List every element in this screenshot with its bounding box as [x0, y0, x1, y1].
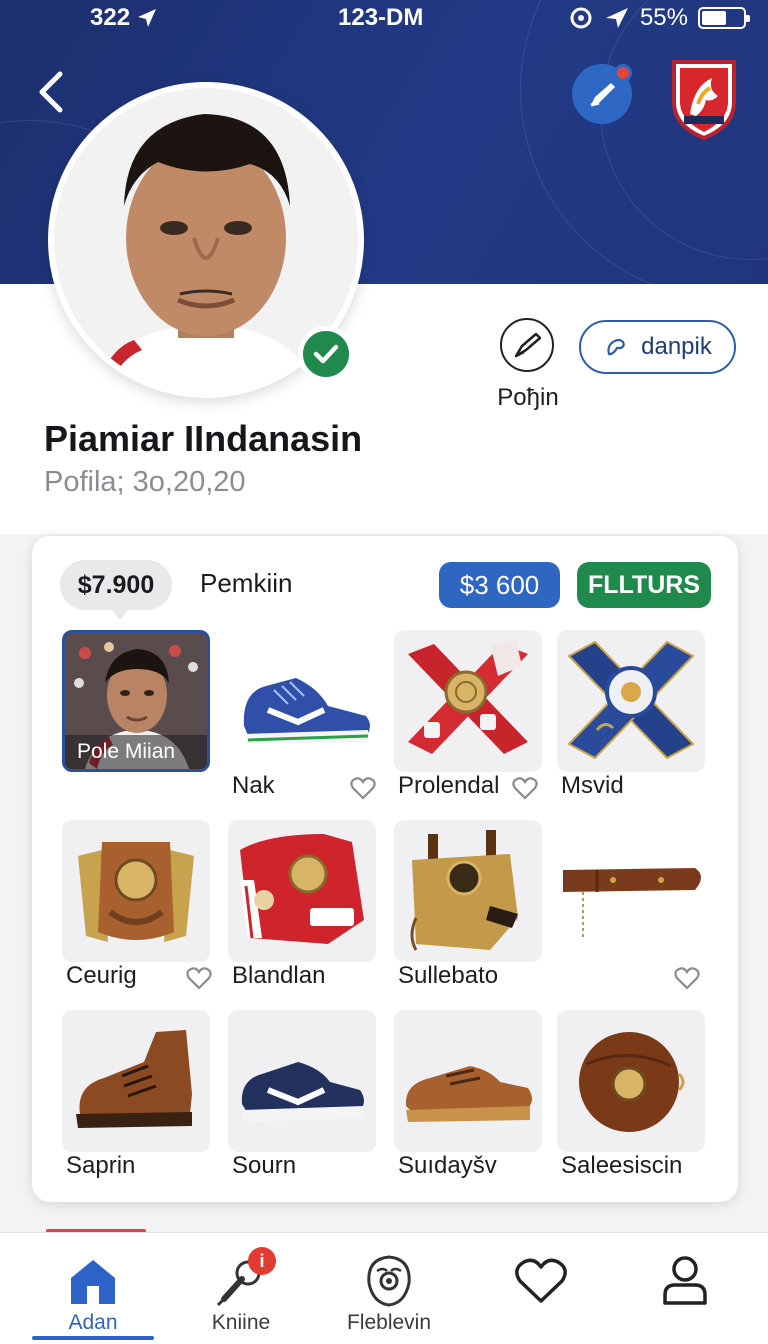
item-tile[interactable]	[62, 820, 210, 962]
profile-name: Piamiar IIndanasin	[44, 418, 363, 459]
item-label: Saprin	[66, 1152, 136, 1179]
price-bubble: $7.900	[60, 560, 172, 620]
tab-home-label: Adan	[68, 1311, 118, 1334]
tab-home[interactable]: Adan	[32, 1233, 154, 1344]
item-label: Prolendal	[398, 772, 500, 799]
item-label: Suıdayšv	[398, 1152, 497, 1179]
outline-action-button[interactable]: danpik	[579, 320, 736, 374]
item-tile[interactable]	[394, 630, 542, 772]
item-label: Nak	[232, 772, 275, 799]
tab-microphone-label: Kniine	[211, 1311, 271, 1334]
alien-mask-icon	[367, 1255, 411, 1307]
heart-icon[interactable]	[512, 776, 538, 800]
hand-icon	[607, 338, 625, 356]
item-tile[interactable]	[557, 630, 705, 772]
alarm-icon	[570, 7, 592, 29]
pin-button[interactable]	[500, 318, 554, 372]
item-tile[interactable]	[394, 820, 542, 962]
bottom-tab-bar: Adan Kniine i Fleblevin	[0, 1232, 768, 1344]
tab-profile[interactable]	[624, 1233, 746, 1344]
battery-percent: 55%	[639, 4, 688, 31]
brown-shoe-icon	[405, 1066, 532, 1122]
item-tile-featured[interactable]: Pole Miian	[62, 630, 210, 772]
blue-scarf-medal-icon	[567, 640, 695, 760]
sneaker-icon	[243, 678, 370, 744]
heart-icon[interactable]	[350, 776, 376, 800]
outline-button-label: danpik	[641, 333, 712, 360]
tab-favorites[interactable]	[480, 1233, 602, 1344]
leather-ball-icon	[579, 1032, 685, 1132]
leather-strap-icon	[563, 868, 701, 940]
tab-mask-label: Fleblevin	[346, 1311, 432, 1334]
filters-pill[interactable]: FLLTURS	[577, 562, 711, 608]
featured-item-label: Pole Miian	[65, 735, 207, 769]
club-crest-icon[interactable]	[668, 56, 740, 142]
item-label: Sourn	[232, 1152, 297, 1179]
notification-badge: i	[248, 1247, 276, 1275]
leather-bag-icon	[410, 830, 518, 951]
notification-dot	[614, 64, 632, 82]
red-shirt-icon	[240, 834, 364, 944]
active-tab-indicator	[32, 1336, 154, 1340]
verified-badge	[298, 326, 354, 382]
pin-label: Poђin	[497, 384, 559, 411]
pin-check-icon	[514, 332, 542, 358]
item-label: Ceurig	[66, 962, 137, 989]
item-label: Msvid	[561, 772, 624, 799]
price-pill[interactable]: $3 600	[439, 562, 560, 608]
chevron-left-icon	[39, 71, 63, 113]
home-icon	[71, 1260, 115, 1304]
status-left-number: 322	[90, 4, 131, 31]
status-bar: 322 123-DM 55%	[0, 0, 768, 36]
pen-icon	[590, 83, 615, 107]
battery-icon	[698, 7, 750, 29]
edit-button[interactable]	[572, 64, 632, 124]
navy-sneaker-icon	[241, 1062, 364, 1122]
brown-boot-icon	[76, 1030, 192, 1128]
item-label: Blandlan	[232, 962, 326, 989]
tab-mask[interactable]: Fleblevin	[328, 1233, 450, 1344]
location-arrow-icon	[138, 9, 157, 27]
user-icon	[663, 1256, 707, 1305]
status-time: 123-DM	[338, 4, 424, 31]
heart-icon[interactable]	[674, 966, 700, 990]
item-label: Saleesiscin	[561, 1152, 683, 1179]
item-tile[interactable]	[228, 1010, 376, 1152]
item-tile[interactable]	[62, 1010, 210, 1152]
tab-microphone[interactable]: Kniine i	[180, 1233, 302, 1344]
item-tile[interactable]	[228, 630, 376, 772]
location-arrow-icon	[605, 8, 628, 28]
check-icon	[313, 344, 339, 364]
items-card: $7.900 Pemkiin $3 600 FLLTURS Pole Miian…	[32, 536, 738, 1202]
item-tile[interactable]	[557, 1010, 705, 1152]
item-tile[interactable]	[394, 1010, 542, 1152]
item-tile[interactable]	[228, 820, 376, 962]
red-scarf-medal-icon	[408, 640, 528, 754]
back-button[interactable]	[30, 66, 74, 118]
heart-icon	[515, 1258, 567, 1303]
heart-icon[interactable]	[186, 966, 212, 990]
leather-medal-icon	[78, 842, 194, 942]
item-label: Sullebato	[398, 962, 499, 989]
profile-subtitle: Pofila; 3o,20,20	[44, 466, 246, 498]
card-title: Pemkiin	[200, 568, 293, 598]
item-tile[interactable]	[557, 820, 705, 962]
